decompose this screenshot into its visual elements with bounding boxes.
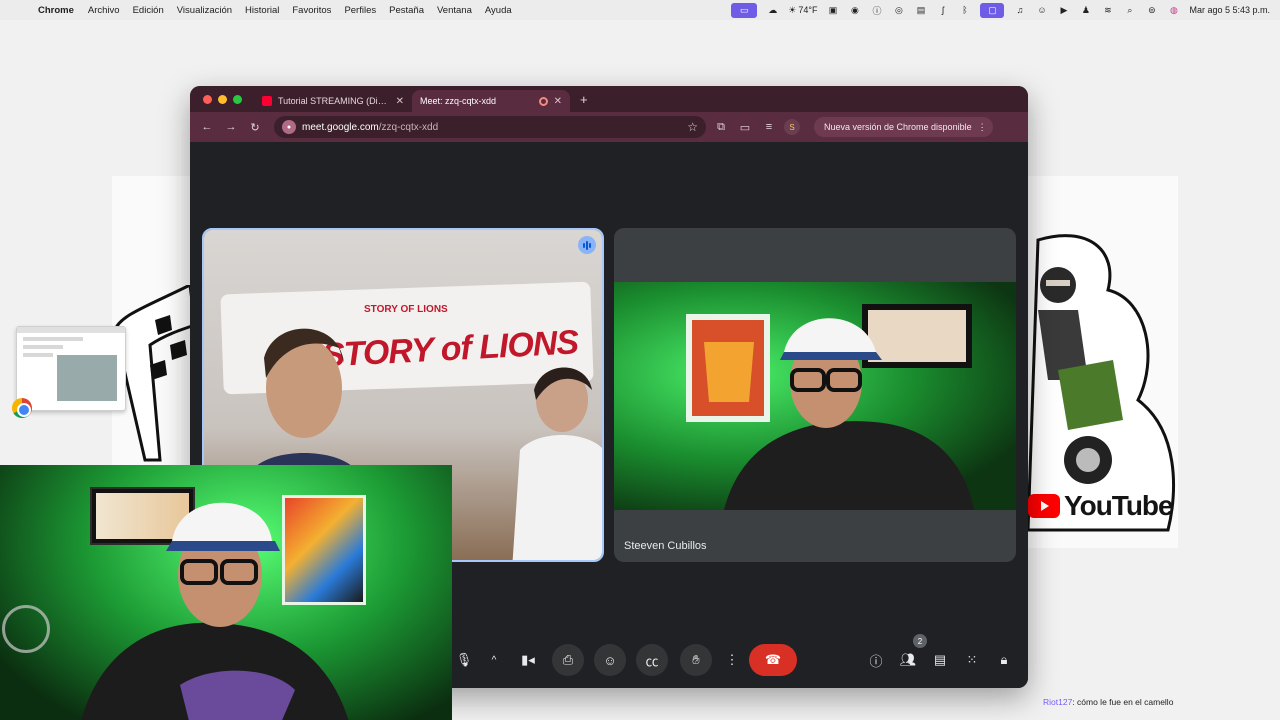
profile-avatar[interactable]: S [784, 119, 800, 135]
participant-name: Steeven Cubillos [624, 540, 707, 552]
meeting-info-button[interactable]: ⓘ [860, 644, 892, 676]
play-icon[interactable]: ▶ [1057, 4, 1070, 17]
weather-sun-icon[interactable]: ☀ 74°F [788, 4, 817, 17]
camera-icon[interactable]: ▣ [826, 4, 839, 17]
weather-temp: 74°F [798, 5, 818, 15]
desk-fan [2, 605, 50, 653]
extensions-icon[interactable]: ⧉ [712, 118, 730, 136]
minimize-window-icon[interactable] [218, 95, 227, 104]
tab-title: Meet: zzq-cqtx-xdd [420, 96, 497, 106]
streamer-person [81, 502, 349, 720]
menu-historial[interactable]: Historial [245, 5, 279, 16]
menu-pestana[interactable]: Pestaña [389, 5, 424, 16]
menu-edicion[interactable]: Edición [133, 5, 164, 16]
participant-tile-steeven[interactable]: Steeven Cubillos [614, 228, 1016, 562]
more-options-button[interactable]: ⋮ [716, 644, 748, 676]
leave-call-button[interactable]: ☎︎ [749, 644, 797, 676]
circle-icon[interactable]: ◉ [848, 4, 861, 17]
reading-list-icon[interactable]: ≡ [760, 118, 778, 136]
banner-small-text: STORY OF LIONS [364, 304, 448, 315]
participant-count-badge: 2 [913, 634, 927, 648]
site-info-icon[interactable]: ● [282, 120, 296, 134]
address-bar[interactable]: ● meet.google.com/zzq-cqtx-xdd ☆ [274, 116, 706, 138]
url-host: meet.google.com [302, 121, 379, 133]
new-tab-button[interactable]: + [570, 92, 598, 112]
url-text: meet.google.com/zzq-cqtx-xdd [302, 122, 681, 133]
host-controls-button[interactable]: 🔒︎ [988, 644, 1020, 676]
chrome-app-icon[interactable] [12, 398, 32, 418]
youtube-icon [262, 96, 272, 106]
screen-record-icon[interactable]: ▭ [731, 2, 758, 18]
user-icon[interactable]: ♟ [1079, 4, 1092, 17]
tab-youtube-studio[interactable]: Tutorial STREAMING (Director ✕ [254, 90, 412, 112]
chat-button[interactable]: ▤ [924, 644, 956, 676]
menu-ayuda[interactable]: Ayuda [485, 5, 512, 16]
update-label: Nueva versión de Chrome disponible [824, 122, 972, 132]
minimized-window-thumbnail[interactable] [16, 326, 126, 411]
wifi-icon[interactable]: ≋ [1101, 4, 1114, 17]
menu-visualizacion[interactable]: Visualización [177, 5, 232, 16]
siri-icon[interactable]: ◍ [1167, 4, 1180, 17]
browser-toolbar: ← → ↻ ● meet.google.com/zzq-cqtx-xdd ☆ ⧉… [190, 112, 1028, 142]
back-arrow-icon[interactable]: ← [198, 118, 216, 136]
hearing-icon[interactable]: ʃ [936, 4, 949, 17]
menu-favoritos[interactable]: Favoritos [292, 5, 331, 16]
activities-button[interactable]: ⁙ [956, 644, 988, 676]
control-center-icon[interactable]: ⊜ [1145, 4, 1158, 17]
url-path: /zzq-cqtx-xdd [378, 121, 439, 133]
tab-meet[interactable]: Meet: zzq-cqtx-xdd ✕ [190, 90, 570, 152]
chevron-up-icon[interactable]: ^ [484, 644, 504, 676]
zoom-window-icon[interactable] [233, 95, 242, 104]
menu-app-name[interactable]: Chrome [38, 5, 74, 16]
bluetooth-icon[interactable]: ᛒ [958, 4, 971, 17]
grid-icon[interactable]: ▤ [914, 4, 927, 17]
raise-hand-button[interactable]: ✋︎ [680, 644, 712, 676]
airpods-icon[interactable]: ♫ [1013, 4, 1026, 17]
status-area: ▭ ☁ ☀ 74°F ▣ ◉ ⓘ ◎ ▤ ʃ ᛒ ▢ ♫ ☺ ▶ ♟ ≋ ⌕ ⊜… [731, 2, 1270, 18]
forward-arrow-icon[interactable]: → [222, 118, 240, 136]
stream-chat-message: Riot127: cómo le fue en el camello [1043, 697, 1173, 707]
cast-icon[interactable]: ▭ [736, 118, 754, 136]
bookmark-star-icon[interactable]: ☆ [687, 120, 698, 134]
participant-video [614, 282, 1016, 510]
chat-message-text: : cómo le fue en el camello [1072, 697, 1174, 707]
participant-person-right [512, 367, 602, 560]
menu-bar: Chrome Archivo Edición Visualización His… [0, 0, 1280, 20]
close-tab-icon[interactable]: ✕ [396, 96, 404, 107]
broadcast-icon[interactable]: ◎ [892, 4, 905, 17]
emoji-reactions-button[interactable]: ☺ [594, 644, 626, 676]
screen-mirror-icon[interactable]: ▢ [980, 2, 1005, 18]
captions-button[interactable]: ㏄ [636, 644, 668, 676]
youtube-logo: YouTube [1028, 490, 1174, 522]
menu-archivo[interactable]: Archivo [88, 5, 120, 16]
streamer-webcam-overlay [0, 465, 452, 720]
menu-perfiles[interactable]: Perfiles [344, 5, 376, 16]
menu-ventana[interactable]: Ventana [437, 5, 472, 16]
camera-button[interactable]: ▮◂ [512, 644, 544, 676]
people-button[interactable]: 👥︎ 2 [892, 634, 927, 676]
chrome-update-button[interactable]: Nueva versión de Chrome disponible ⋮ [814, 117, 993, 137]
recording-indicator-icon [538, 96, 548, 106]
microphone-button[interactable]: 🎙︎ [448, 644, 480, 676]
youtube-wordmark: YouTube [1064, 490, 1174, 521]
search-icon[interactable]: ⌕ [1123, 4, 1136, 17]
cloud-icon[interactable]: ☁ [766, 4, 779, 17]
info-icon[interactable]: ⓘ [870, 4, 883, 17]
close-window-icon[interactable] [203, 95, 212, 104]
user-circle-icon[interactable]: ☺ [1035, 4, 1048, 17]
participant-scene [686, 304, 974, 510]
tab-title: Tutorial STREAMING (Director [278, 96, 390, 106]
people-icon: 👥︎ [899, 652, 917, 667]
speaking-indicator-icon [578, 236, 596, 254]
youtube-play-icon [1028, 494, 1060, 518]
window-controls [190, 95, 254, 112]
present-screen-button[interactable]: ⎙ [552, 644, 584, 676]
more-menu-icon[interactable]: ⋮ [978, 122, 987, 133]
chat-username: Riot127 [1043, 697, 1073, 707]
close-tab-icon[interactable]: ✕ [554, 96, 562, 107]
menu-clock[interactable]: Mar ago 5 5:43 p.m. [1189, 5, 1270, 15]
reload-icon[interactable]: ↻ [246, 118, 264, 136]
tab-strip: Tutorial STREAMING (Director ✕ Meet: zzq… [190, 86, 1028, 152]
